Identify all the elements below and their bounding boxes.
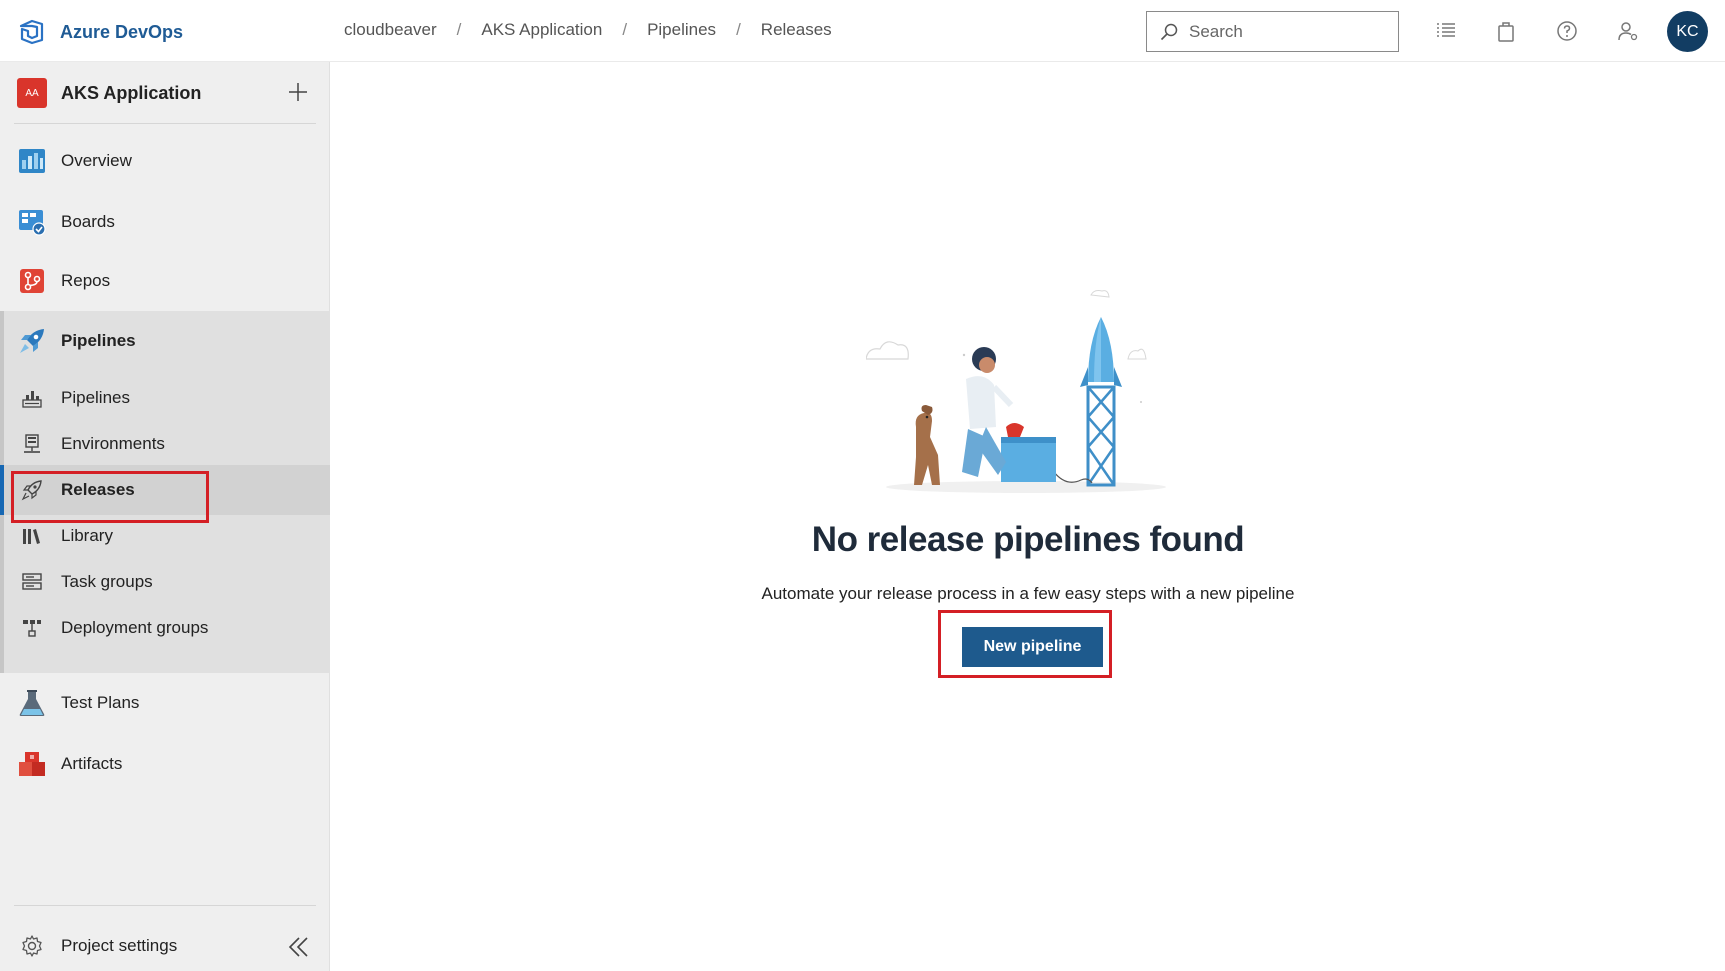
empty-state-description: Automate your release process in a few e… bbox=[761, 584, 1295, 603]
pipelines-rocket-icon bbox=[17, 326, 47, 356]
sidebar-item-label: Library bbox=[61, 526, 113, 545]
breadcrumb-releases[interactable]: Releases bbox=[761, 20, 832, 40]
search-input[interactable] bbox=[1189, 21, 1389, 42]
divider bbox=[14, 905, 316, 906]
gear-icon bbox=[22, 935, 42, 957]
overview-icon bbox=[17, 146, 47, 176]
breadcrumb-project[interactable]: AKS Application bbox=[481, 20, 602, 40]
pipelines-list-icon bbox=[20, 386, 44, 410]
sidebar-item-label: Test Plans bbox=[61, 693, 140, 712]
sidebar-item-repos[interactable]: Repos bbox=[0, 251, 330, 311]
project-settings-label: Project settings bbox=[61, 936, 178, 955]
project-badge: AA bbox=[17, 78, 47, 108]
user-settings-icon[interactable] bbox=[1615, 18, 1641, 44]
search-box[interactable] bbox=[1146, 11, 1399, 52]
project-header[interactable]: AA AKS Application bbox=[0, 62, 330, 124]
breadcrumb-pipelines[interactable]: Pipelines bbox=[647, 20, 716, 40]
library-icon bbox=[20, 524, 44, 548]
search-icon bbox=[1160, 23, 1178, 40]
project-name: AKS Application bbox=[61, 83, 202, 103]
azure-devops-logo-icon bbox=[19, 19, 44, 45]
breadcrumb-separator: / bbox=[622, 20, 628, 39]
sidebar-item-label: Task groups bbox=[61, 572, 153, 591]
breadcrumb-separator: / bbox=[736, 20, 741, 39]
work-items-list-icon[interactable] bbox=[1433, 18, 1459, 44]
help-icon[interactable] bbox=[1554, 18, 1580, 44]
sidebar-subitem-library[interactable]: Library bbox=[0, 511, 330, 561]
main-content: No release pipelines found Automate your… bbox=[331, 62, 1725, 971]
sidebar-subitem-environments[interactable]: Environments bbox=[0, 419, 330, 469]
sidebar-item-pipelines[interactable]: Pipelines bbox=[0, 311, 330, 371]
breadcrumb-org[interactable]: cloudbeaver bbox=[344, 20, 437, 40]
sidebar-item-artifacts[interactable]: Artifacts bbox=[0, 734, 330, 794]
test-plans-flask-icon bbox=[17, 688, 47, 718]
sidebar-subitem-deployment-groups[interactable]: Deployment groups bbox=[0, 603, 330, 653]
sidebar-item-test-plans[interactable]: Test Plans bbox=[0, 673, 330, 733]
boards-icon bbox=[17, 207, 47, 237]
sidebar-item-label: Overview bbox=[61, 151, 132, 170]
task-groups-icon bbox=[20, 570, 44, 594]
sidebar: AA AKS Application Overview Boards Repos… bbox=[0, 62, 330, 971]
empty-state-title: No release pipelines found bbox=[811, 520, 1245, 559]
sidebar-item-boards[interactable]: Boards bbox=[0, 192, 330, 252]
marketplace-bag-icon[interactable] bbox=[1493, 18, 1519, 44]
project-settings[interactable]: Project settings bbox=[0, 922, 330, 970]
avatar[interactable]: KC bbox=[1667, 11, 1708, 52]
sidebar-item-overview[interactable]: Overview bbox=[0, 131, 330, 191]
collapse-sidebar-icon[interactable] bbox=[286, 934, 312, 960]
sidebar-item-label: Artifacts bbox=[61, 754, 123, 773]
divider bbox=[14, 123, 316, 124]
sidebar-item-label: Environments bbox=[61, 434, 165, 453]
breadcrumb: cloudbeaver / AKS Application / Pipeline… bbox=[344, 20, 832, 40]
sidebar-subitem-releases[interactable]: Releases bbox=[0, 465, 330, 515]
sidebar-item-label: Deployment groups bbox=[61, 618, 209, 637]
sidebar-item-label: Pipelines bbox=[61, 331, 136, 350]
new-pipeline-highlight-box: New pipeline bbox=[938, 610, 1112, 678]
sidebar-item-label: Boards bbox=[61, 212, 115, 231]
brand-name: Azure DevOps bbox=[60, 21, 184, 42]
sidebar-subitem-task-groups[interactable]: Task groups bbox=[0, 557, 330, 607]
sidebar-item-label: Pipelines bbox=[61, 388, 130, 407]
breadcrumb-separator: / bbox=[456, 20, 462, 39]
sidebar-subitem-pipelines[interactable]: Pipelines bbox=[0, 373, 330, 423]
deployment-groups-icon bbox=[20, 616, 44, 640]
artifacts-icon bbox=[17, 749, 47, 779]
releases-rocket-icon bbox=[20, 478, 44, 502]
new-pipeline-button[interactable]: New pipeline bbox=[962, 627, 1103, 667]
add-icon[interactable] bbox=[286, 80, 310, 104]
empty-state-illustration bbox=[866, 290, 1166, 493]
sidebar-item-label: Releases bbox=[61, 480, 135, 499]
sidebar-item-label: Repos bbox=[61, 271, 111, 290]
environments-icon bbox=[20, 432, 44, 456]
top-bar: Azure DevOps cloudbeaver / AKS Applicati… bbox=[0, 0, 1725, 62]
repos-icon bbox=[17, 266, 47, 296]
brand[interactable]: Azure DevOps bbox=[18, 16, 183, 48]
pipelines-section: Pipelines Pipelines Environments Release… bbox=[0, 311, 330, 673]
